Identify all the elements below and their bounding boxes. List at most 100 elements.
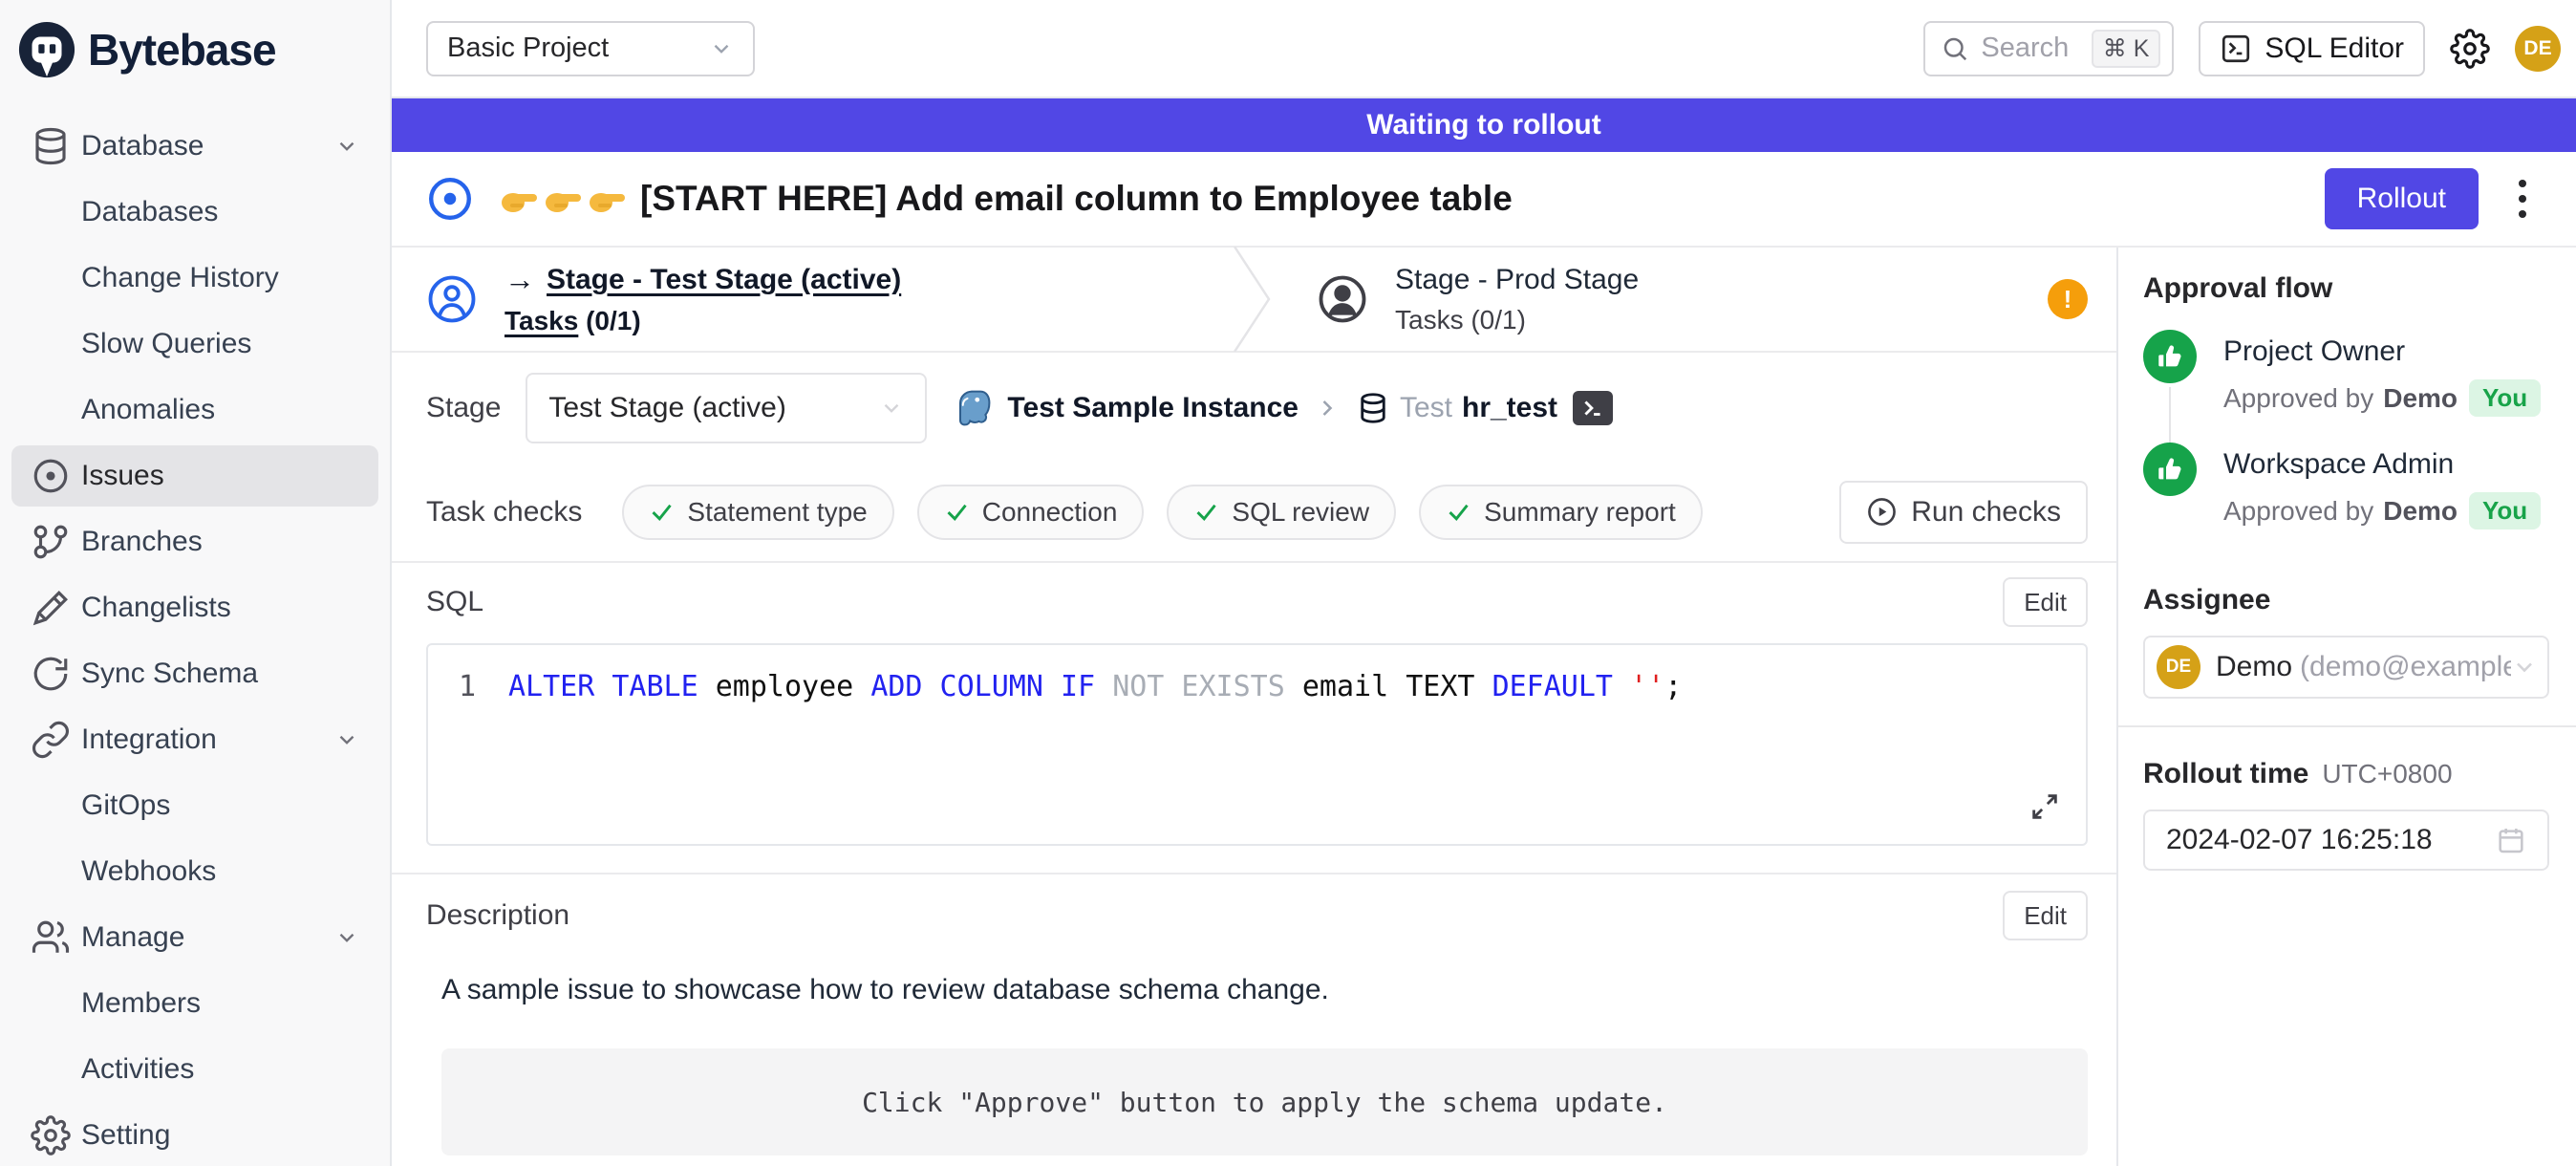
line-number: 1 [428,670,508,703]
chevron-down-icon [2511,654,2538,680]
sidebar-item-sync-schema[interactable]: Sync Schema [11,643,378,704]
play-circle-icon [1866,496,1898,528]
chevron-down-icon [709,36,734,61]
sidebar-item-integration[interactable]: Integration [11,709,378,770]
task-checks-row: Task checks Statement type Connection SQ… [392,463,2116,563]
chevron-down-icon [879,396,904,421]
sidebar-item-branches[interactable]: Branches [11,511,378,572]
stage-select[interactable]: Test Stage (active) [526,373,927,443]
rollout-time-title: Rollout time [2143,758,2308,790]
description-note-text: Click "Approve" button to apply the sche… [862,1087,1667,1118]
task-checks-label: Task checks [426,496,582,529]
assignee-avatar: DE [2157,645,2200,689]
calendar-icon[interactable] [2496,825,2526,855]
check-pill-connection[interactable]: Connection [917,485,1145,540]
stage-person-icon [426,273,478,325]
tasks-link[interactable]: Tasks [504,306,578,335]
bytebase-logo-icon [17,20,76,79]
sidebar-item-setting[interactable]: Setting [11,1105,378,1166]
sql-code-line: 1ALTER TABLE employee ADD COLUMN IF NOT … [428,645,2086,703]
sidebar-nav: Database Databases Change History Slow Q… [0,98,390,1166]
sidebar-item-anomalies[interactable]: Anomalies [11,379,378,441]
step-connector [2169,387,2171,443]
chevron-right-icon [1314,395,1341,421]
stage-tab-test[interactable]: →Stage - Test Stage (active) Tasks (0/1) [392,262,1231,336]
search-placeholder: Search [1981,32,2069,64]
sidebar-item-members[interactable]: Members [11,973,378,1034]
description-section: Description Edit A sample issue to showc… [392,874,2116,1155]
instance-name[interactable]: Test Sample Instance [1007,392,1299,424]
brand-logo[interactable]: Bytebase [0,0,390,98]
stage-detail-row: Stage Test Stage (active) Test Sample In… [392,353,2116,463]
check-pill-sql-review[interactable]: SQL review [1167,485,1396,540]
topbar: Basic Project Search ⌘ K SQL Editor DE [392,0,2576,98]
expand-fullscreen-icon[interactable] [2029,790,2061,823]
rollout-timezone: UTC+0800 [2322,759,2452,789]
project-selector[interactable]: Basic Project [426,21,755,76]
sidebar-item-changelists[interactable]: Changelists [11,577,378,638]
panel-divider [2118,725,2576,727]
link-icon [31,720,71,760]
chevron-down-icon [334,134,359,159]
approval-step-project-owner: Project Owner Approved by Demo You [2143,330,2549,443]
sidebar-item-manage[interactable]: Manage [11,907,378,968]
open-sql-editor-icon[interactable] [1573,391,1613,425]
sidebar-item-change-history[interactable]: Change History [11,248,378,309]
check-icon [944,499,970,525]
search-input[interactable]: Search ⌘ K [1923,21,2174,76]
users-icon [31,918,71,958]
assignee-select[interactable]: DE Demo (demo@example [2143,636,2549,699]
sidebar-item-gitops[interactable]: GitOps [11,775,378,836]
check-icon [1446,499,1471,525]
changelist-icon [31,588,71,628]
sidebar-item-databases[interactable]: Databases [11,182,378,243]
approved-thumbs-up-icon [2143,443,2197,496]
database-name[interactable]: hr_test [1462,392,1557,424]
check-pill-statement-type[interactable]: Statement type [622,485,893,540]
status-banner-text: Waiting to rollout [1366,109,1601,141]
sidebar-item-webhooks[interactable]: Webhooks [11,841,378,902]
chevron-down-icon [334,727,359,752]
description-title: Description [426,899,569,932]
issue-icon [31,456,71,496]
you-badge: You [2469,492,2541,529]
sql-edit-button[interactable]: Edit [2003,577,2088,627]
attention-warning-icon: ! [2048,279,2088,319]
sidebar-item-activities[interactable]: Activities [11,1039,378,1100]
user-avatar[interactable]: DE [2515,26,2561,72]
pointing-right-emoji [543,180,585,218]
check-pill-summary-report[interactable]: Summary report [1419,485,1703,540]
assignee-title: Assignee [2143,584,2549,616]
check-icon [649,499,675,525]
sql-code-editor[interactable]: 1ALTER TABLE employee ADD COLUMN IF NOT … [426,643,2088,846]
sidebar-item-slow-queries[interactable]: Slow Queries [11,313,378,375]
sidebar-item-issues[interactable]: Issues [11,445,378,507]
sidebar-item-database[interactable]: Database [11,116,378,177]
sync-icon [31,654,71,694]
brand-name: Bytebase [88,24,276,76]
project-selector-value: Basic Project [447,32,609,64]
sidebar: Bytebase Database Databases Change Histo… [0,0,392,1166]
environment-name: Test [1400,392,1452,424]
rollout-time-input[interactable]: 2024-02-07 16:25:18 [2143,810,2549,871]
issue-title: [START HERE] Add email column to Employe… [640,179,1513,219]
stage-tab-prod[interactable]: Stage - Prod Stage Tasks (0/1) [1273,264,2048,335]
rollout-button[interactable]: Rollout [2325,168,2479,229]
issue-status-icon [426,175,474,223]
pointing-right-emoji [499,180,541,218]
run-checks-button[interactable]: Run checks [1839,481,2088,544]
sql-editor-button[interactable]: SQL Editor [2199,21,2425,76]
approval-step-workspace-admin: Workspace Admin Approved by Demo You [2143,443,2549,555]
pointing-right-emoji [587,180,629,218]
sidebar-item-label: Database [81,130,204,162]
approved-thumbs-up-icon [2143,330,2197,383]
settings-gear-icon[interactable] [2450,29,2490,69]
search-icon [1941,34,1969,63]
stage-person-icon [1317,273,1368,325]
description-text: A sample issue to showcase how to review… [441,974,2088,1006]
terminal-icon [2220,32,2252,65]
chevron-down-icon [334,925,359,950]
search-shortcut-badge: ⌘ K [2092,30,2161,68]
more-options-icon[interactable] [2519,180,2526,218]
description-edit-button[interactable]: Edit [2003,891,2088,940]
